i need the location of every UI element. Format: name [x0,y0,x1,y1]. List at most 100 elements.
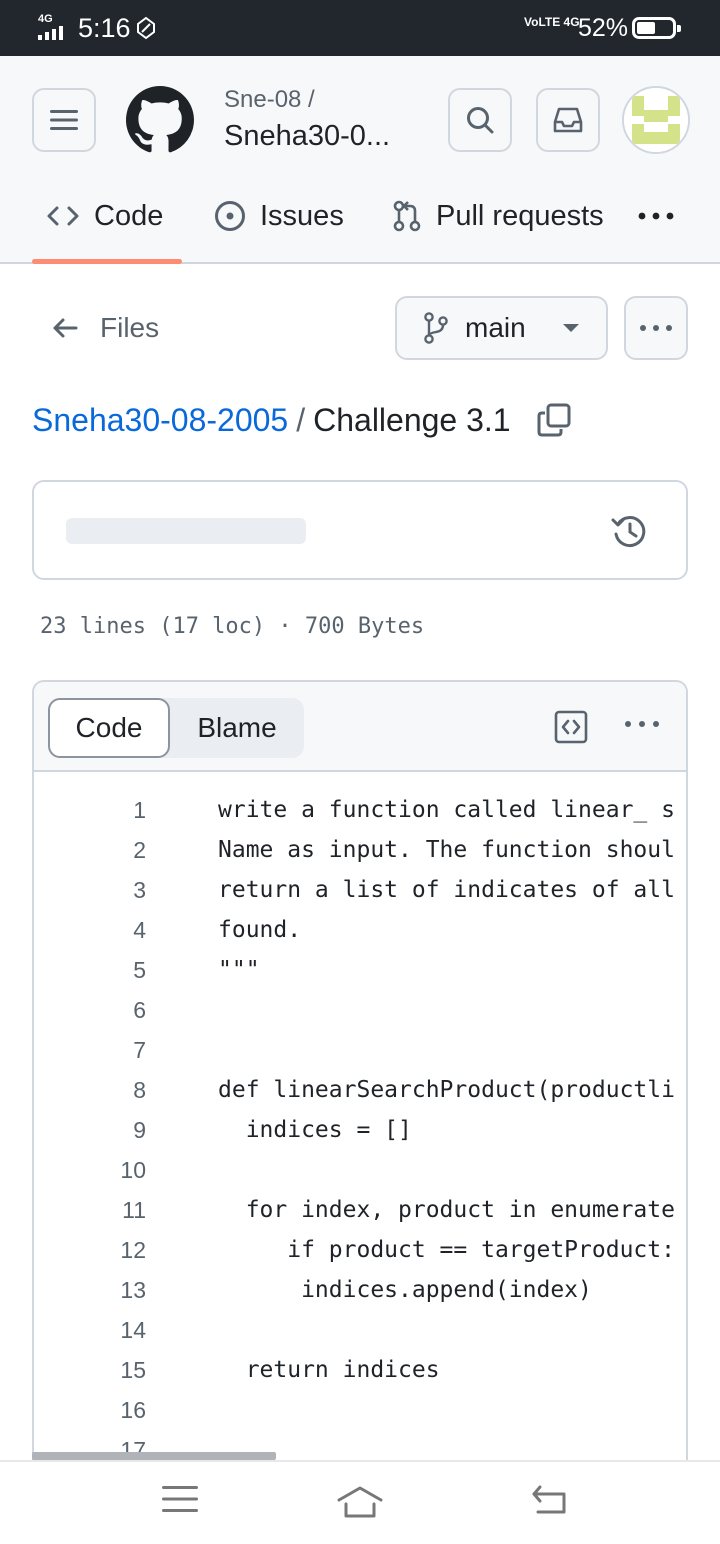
code-line: 15 return indices [34,1350,686,1390]
menu-button[interactable] [32,88,96,152]
tab-code[interactable]: Code [46,184,163,248]
copy-path-icon[interactable] [537,403,571,437]
tab-pull-requests[interactable]: Pull requests [392,184,604,248]
line-number[interactable]: 14 [34,1310,146,1350]
ellipsis-icon [638,212,674,220]
breadcrumb-repo-link[interactable]: Sneha30-08-2005 [32,398,288,442]
hamburger-menu-icon [50,110,78,130]
line-text: found. [218,917,302,943]
code-icon [46,204,80,228]
line-number[interactable]: 8 [34,1070,146,1110]
line-number[interactable]: 9 [34,1110,146,1150]
blame-view-button[interactable]: Blame [170,698,304,758]
branch-selector[interactable]: main [395,296,608,360]
line-text: indices = [] [218,1117,412,1143]
code-line: 13 indices.append(index) [34,1270,686,1310]
code-line: 14 [34,1310,686,1350]
line-number[interactable]: 15 [34,1350,146,1390]
tab-issues[interactable]: Issues [214,184,344,248]
line-number[interactable]: 4 [34,910,146,950]
code-line: 1 write a function called linear_ s [34,790,686,830]
tab-issues-label: Issues [260,199,344,232]
signal-icon [38,26,70,40]
line-text: if product == targetProduct: [218,1237,675,1263]
line-number[interactable]: 13 [34,1270,146,1310]
file-actions-button[interactable] [624,296,688,360]
code-line: 11 for index, product in enumerate [34,1190,686,1230]
line-number[interactable]: 7 [34,1030,146,1070]
chevron-down-icon [562,324,579,332]
battery-icon [632,17,681,39]
history-icon[interactable] [610,512,650,557]
commit-loading-placeholder [66,518,306,544]
back-icon[interactable] [530,1484,568,1516]
system-nav-bar [0,1460,720,1544]
repo-owner[interactable]: Sne-08 / [224,86,315,114]
line-text: return indices [218,1357,440,1383]
status-bar: 4G 5:16 VoLTE 4G 52% [0,0,720,56]
tab-more-button[interactable] [638,204,674,228]
latest-commit-box [32,480,688,580]
repo-name[interactable]: Sneha30-0... [224,118,390,154]
code-line: 2 Name as input. The function shoul [34,830,686,870]
line-number[interactable]: 2 [34,830,146,870]
home-icon[interactable] [336,1484,384,1520]
inbox-button[interactable] [536,88,600,152]
line-number[interactable]: 12 [34,1230,146,1270]
line-text: Name as input. The function shoul [218,837,675,863]
line-number[interactable]: 5 [34,950,146,990]
branch-name: main [465,312,526,343]
search-button[interactable] [448,88,512,152]
line-number[interactable]: 6 [34,990,146,1030]
raw-file-icon[interactable] [554,710,588,749]
file-meta: 23 lines (17 loc) · 700 Bytes [40,614,425,639]
git-branch-icon [424,312,448,344]
line-text: write a function called linear_ s [218,797,675,823]
line-number[interactable]: 11 [34,1190,146,1230]
inbox-icon [553,107,583,133]
pull-request-icon [392,200,422,232]
code-line: 7 [34,1030,686,1070]
back-to-files-link[interactable]: Files [52,304,159,352]
line-text: indices.append(index) [218,1277,592,1303]
code-line: 4 found. [34,910,686,950]
repo-header: Sne-08 / Sneha30-0... Code Issues Pull r… [0,56,720,264]
tab-code-label: Code [94,199,164,232]
breadcrumb-separator: / [296,402,306,438]
lte-indicator: VoLTE 4G [524,15,580,29]
code-line: 6 [34,990,686,1030]
code-line: 9 indices = [] [34,1110,686,1150]
line-text: """ [218,957,260,983]
breadcrumb-file-name: Challenge 3.1 [313,402,511,438]
recent-apps-icon[interactable] [162,1484,198,1514]
active-tab-indicator [32,259,182,264]
network-type: 4G [38,13,53,25]
code-line: 12 if product == targetProduct: [34,1230,686,1270]
line-number[interactable]: 3 [34,870,146,910]
ellipsis-icon [625,721,659,727]
tab-pull-requests-label: Pull requests [436,199,604,232]
line-number[interactable]: 16 [34,1390,146,1430]
viewer-toolbar: Code Blame [34,682,686,772]
breadcrumb: Sneha30-08-2005 / Challenge 3.1 [32,398,571,442]
horizontal-scrollbar[interactable] [32,1452,276,1460]
code-view-button[interactable]: Code [48,698,170,758]
files-label: Files [100,312,160,343]
line-number[interactable]: 1 [34,790,146,830]
vpn-icon [137,16,155,40]
line-number[interactable]: 10 [34,1150,146,1190]
clock: 5:16 [78,13,131,43]
avatar-icon[interactable] [622,86,690,154]
code-line: 8 def linearSearchProduct(productli [34,1070,686,1110]
code-line: 10 [34,1150,686,1190]
issue-icon [214,200,246,232]
code-line: 3 return a list of indicates of all [34,870,686,910]
code-viewer: Code Blame 1 write a function called line… [32,680,688,1480]
viewer-more-button[interactable] [624,715,660,733]
line-text: for index, product in enumerate [218,1197,675,1223]
github-logo-icon[interactable] [126,86,194,154]
code-area[interactable]: 1 write a function called linear_ s 2 Name … [34,774,686,1480]
search-icon [467,107,494,134]
battery-percent: 52% [578,14,629,42]
code-line: 16 [34,1390,686,1430]
